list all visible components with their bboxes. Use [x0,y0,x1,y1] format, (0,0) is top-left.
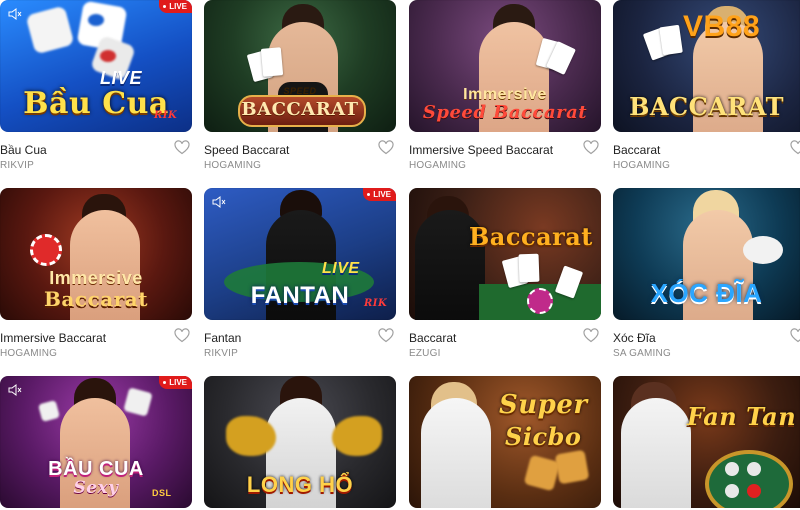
game-card[interactable]: XÓC ĐĨA Xóc Đĩa SA GAMING [613,188,800,359]
heart-icon[interactable] [174,140,190,155]
game-card[interactable]: Baccarat Baccarat EZUGI [409,188,601,359]
art-sub: Speed Baccarat [422,102,588,123]
game-card[interactable]: SPEED BACCARAT Speed Baccarat HOGAMING [204,0,396,171]
game-provider: HOGAMING [409,160,467,171]
game-card[interactable]: LIVE FANTAN RIK LIVE Fantan RIKVIP [204,188,396,359]
heart-icon[interactable] [378,140,394,155]
art-brand: RIK [364,298,388,309]
heart-icon[interactable] [790,140,800,155]
game-provider: EZUGI [409,348,441,359]
game-thumbnail[interactable]: Immersive Speed Baccarat [409,0,601,132]
game-thumbnail[interactable]: BẦU CUA Sexy DSL LIVE [0,376,192,508]
game-provider: RIKVIP [204,348,238,359]
game-name[interactable]: Immersive Speed Baccarat [409,143,553,157]
art-title: Baccarat [469,222,593,251]
mute-icon[interactable] [8,384,22,396]
game-card[interactable]: VB88 BACCARAT Baccarat HOGAMING [613,0,800,171]
game-provider: RIKVIP [0,160,34,171]
art-sub: Baccarat [44,287,148,311]
art-brand: RIK [154,110,178,121]
game-thumbnail[interactable]: VB88 BACCARAT [613,0,800,132]
mute-icon[interactable] [212,196,226,208]
art-title: Super [499,390,588,420]
art-title: Immersive [49,268,143,288]
art-title: BACCARAT [629,92,784,121]
game-name[interactable]: Bầu Cua [0,143,47,157]
heart-icon[interactable] [174,328,190,343]
game-thumbnail[interactable]: XÓC ĐĨA [613,188,800,320]
live-badge: LIVE [159,0,192,13]
game-name[interactable]: Xóc Đĩa [613,331,656,345]
game-thumbnail[interactable]: LONG HỔ [204,376,396,508]
art-title: LONG HỔ [246,472,354,497]
game-thumbnail[interactable]: LIVE FANTAN RIK LIVE [204,188,396,320]
game-provider: HOGAMING [204,160,262,171]
art-sub: Sicbo [505,422,582,451]
game-provider: SA GAMING [613,348,671,359]
heart-icon[interactable] [583,328,599,343]
game-card[interactable]: Immersive Baccarat Immersive Baccarat HO… [0,188,192,359]
live-badge: LIVE [363,188,396,201]
game-card[interactable]: Super Sicbo [409,376,601,508]
game-card[interactable]: LIVE Bầu Cua RIK LIVE Bầu Cua RIKVIP [0,0,192,171]
game-name[interactable]: Fantan [204,331,241,345]
game-name[interactable]: Speed Baccarat [204,143,289,157]
game-card[interactable]: Fan Tan [613,376,800,508]
game-name[interactable]: Baccarat [409,331,456,345]
game-card[interactable]: BẦU CUA Sexy DSL LIVE [0,376,192,508]
art-sub: LIVE [322,260,360,277]
game-name[interactable]: Baccarat [613,143,660,157]
art-brand: VB88 [683,10,761,43]
live-badge: LIVE [159,376,192,389]
game-thumbnail[interactable]: LIVE Bầu Cua RIK LIVE [0,0,192,132]
game-provider: HOGAMING [613,160,671,171]
game-grid: LIVE Bầu Cua RIK LIVE Bầu Cua RIKVIP SPE… [0,0,800,510]
game-provider: HOGAMING [0,348,58,359]
game-name[interactable]: Immersive Baccarat [0,331,106,345]
game-thumbnail[interactable]: Super Sicbo [409,376,601,508]
game-card[interactable]: LONG HỔ [204,376,396,508]
art-brand: DSL [152,488,172,498]
heart-icon[interactable] [378,328,394,343]
game-thumbnail[interactable]: Baccarat [409,188,601,320]
game-thumbnail[interactable]: SPEED BACCARAT [204,0,396,132]
art-title: XÓC ĐĨA [650,278,763,308]
art-title: Fan Tan [687,402,797,431]
heart-icon[interactable] [583,140,599,155]
art-title: BACCARAT [241,99,359,120]
game-thumbnail[interactable]: Immersive Baccarat [0,188,192,320]
game-thumbnail[interactable]: Fan Tan [613,376,800,508]
heart-icon[interactable] [790,328,800,343]
game-card[interactable]: Immersive Speed Baccarat Immersive Speed… [409,0,601,171]
mute-icon[interactable] [8,8,22,20]
